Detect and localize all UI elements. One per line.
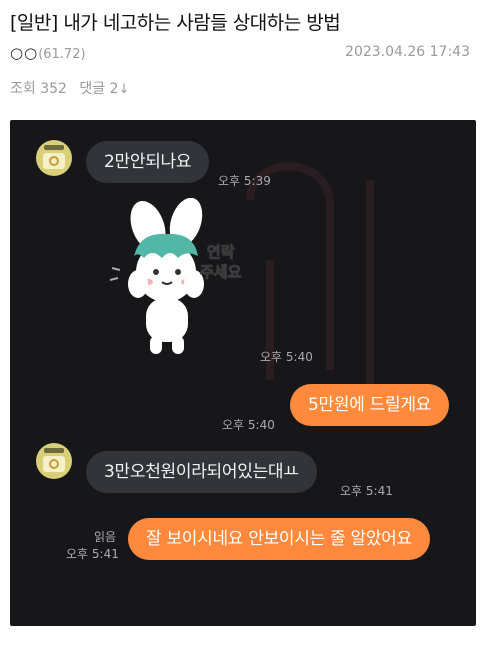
message-bubble-outgoing: 잘 보이시네요 안보이시는 줄 알았어요 — [128, 518, 430, 560]
message-bubble-incoming: 3만오천원이라되어있는대ㅛ — [86, 451, 317, 493]
post-date: 2023.04.26 17:43 — [345, 44, 470, 60]
read-receipt: 읽음 — [94, 530, 117, 544]
message-bubble-outgoing: 5만원에 드릴게요 — [290, 384, 449, 426]
post-stats: 조회 352 댓글 2↓ — [10, 78, 129, 98]
views-label: 조회 — [10, 81, 36, 97]
author-nickname[interactable]: ○○ — [10, 44, 38, 62]
message-time: 오후 5:39 — [218, 174, 271, 188]
arrow-down-icon: ↓ — [118, 82, 130, 97]
comments-count: 2 — [109, 81, 119, 97]
message-time: 오후 5:41 — [340, 484, 393, 498]
message-time: 오후 5:40 — [222, 418, 275, 432]
views-count: 352 — [40, 81, 67, 97]
post-author[interactable]: ○○(61.72) — [10, 44, 86, 62]
chat-screenshot: 2만안되나요 오후 5:39 연락 주세요 오후 5:40 5만원에 드릴게요 … — [10, 120, 476, 626]
post-title: [일반] 내가 네고하는 사람들 상대하는 방법 — [10, 12, 341, 34]
author-ip: (61.72) — [38, 47, 86, 62]
comments-label: 댓글 — [79, 81, 106, 97]
avatar[interactable] — [36, 443, 72, 479]
sticker-caption: 연락 주세요 — [199, 243, 242, 282]
message-bubble-incoming: 2만안되나요 — [86, 141, 210, 183]
post-header: [일반] 내가 네고하는 사람들 상대하는 방법 ○○(61.72) 2023.… — [0, 0, 480, 110]
message-time: 오후 5:40 — [260, 350, 313, 364]
avatar[interactable] — [36, 140, 72, 176]
message-time: 오후 5:41 — [66, 547, 119, 561]
comments-link[interactable]: 댓글 2↓ — [79, 81, 129, 97]
